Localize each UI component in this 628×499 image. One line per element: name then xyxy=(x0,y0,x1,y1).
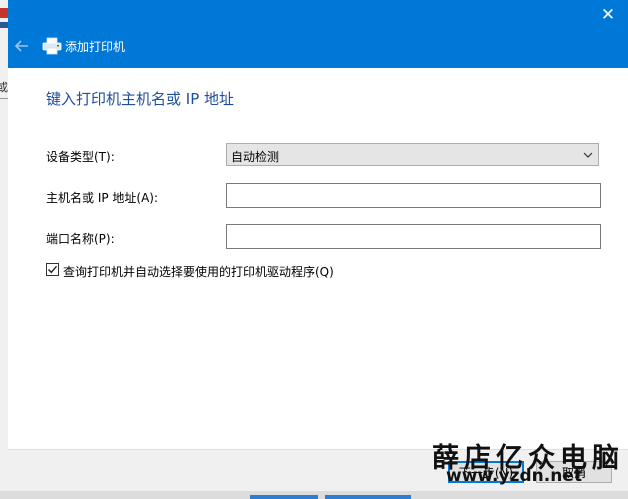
back-arrow-icon xyxy=(15,40,28,52)
device-type-label: 设备类型(T): xyxy=(46,150,115,164)
watermark-url: www.yzdn.net xyxy=(446,466,582,486)
background-red-tile xyxy=(0,8,8,18)
taskbar-item[interactable] xyxy=(250,495,318,499)
background-blue-tile xyxy=(0,22,8,28)
printer-icon xyxy=(42,37,62,55)
port-label: 端口名称(P): xyxy=(46,232,115,246)
host-label: 主机名或 IP 地址(A): xyxy=(46,191,159,205)
add-printer-dialog: ✕ 添加打印机 键入打印机主机名或 IP 地址 设备类型(T): 自动检测 主机… xyxy=(8,0,628,499)
host-input[interactable] xyxy=(226,183,601,208)
device-type-value: 自动检测 xyxy=(231,150,280,164)
port-input[interactable] xyxy=(226,224,601,249)
title-bar: ✕ 添加打印机 xyxy=(8,0,628,68)
checkmark-icon xyxy=(48,265,58,274)
background-divider xyxy=(0,98,8,99)
query-driver-checkbox[interactable] xyxy=(46,263,59,276)
close-icon: ✕ xyxy=(600,5,616,25)
dialog-title: 添加打印机 xyxy=(65,40,126,54)
query-driver-label[interactable]: 查询打印机并自动选择要使用的打印机驱动程序(Q) xyxy=(63,263,334,280)
back-button[interactable] xyxy=(12,36,32,56)
close-button[interactable]: ✕ xyxy=(594,2,622,28)
taskbar-strip xyxy=(0,491,628,499)
device-type-select[interactable]: 自动检测 xyxy=(226,143,599,166)
page-heading: 键入打印机主机名或 IP 地址 xyxy=(46,90,235,108)
chevron-down-icon xyxy=(583,152,593,158)
taskbar-item[interactable] xyxy=(325,495,411,499)
background-text-fragment: 或 xyxy=(0,81,8,94)
